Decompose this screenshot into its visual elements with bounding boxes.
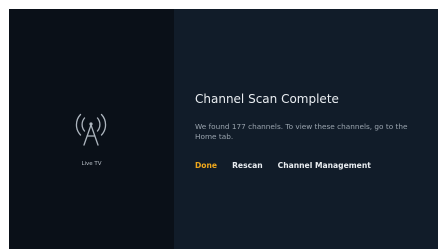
dialog-title: Channel Scan Complete (195, 92, 339, 106)
channel-management-button[interactable]: Channel Management (278, 161, 371, 170)
source-panel: Live TV (9, 9, 174, 249)
antenna-icon (75, 113, 107, 146)
rescan-button[interactable]: Rescan (232, 161, 263, 170)
tv-screen: Live TV Channel Scan Complete We found 1… (9, 9, 438, 249)
dialog-actions: Done Rescan Channel Management (195, 161, 371, 170)
dialog-message: We found 177 channels. To view these cha… (195, 122, 408, 141)
done-button[interactable]: Done (195, 161, 217, 170)
source-label: Live TV (81, 161, 102, 167)
scan-result-dialog: Channel Scan Complete We found 177 chann… (174, 9, 438, 249)
